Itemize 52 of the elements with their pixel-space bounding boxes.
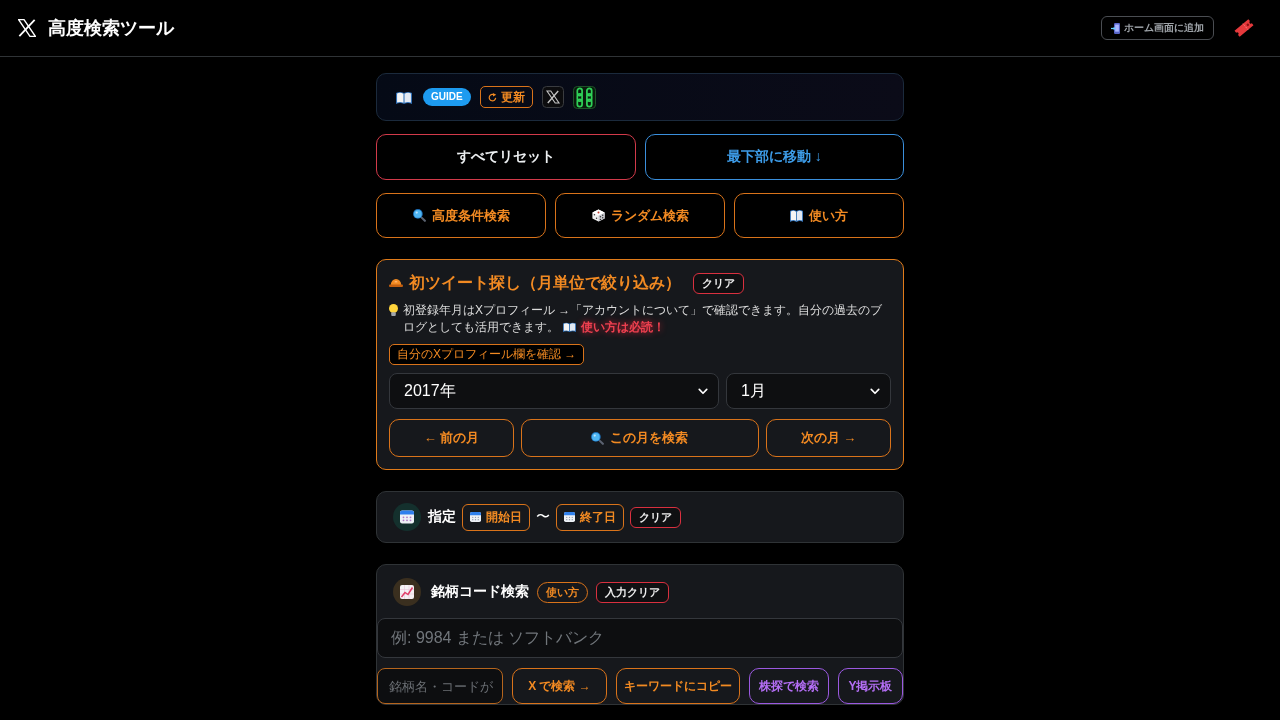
book-icon xyxy=(790,209,803,222)
chevron-down-icon xyxy=(698,387,708,395)
calendar-icon xyxy=(564,512,575,522)
line-chart-icon xyxy=(393,578,421,606)
refresh-icon xyxy=(487,92,497,102)
end-date-button[interactable]: 終了日 xyxy=(556,503,624,531)
dice-icon xyxy=(591,209,605,222)
cap-icon xyxy=(389,279,403,287)
add-to-home-button[interactable]: ホーム画面に追加 xyxy=(1101,16,1214,40)
scroll-to-bottom-button[interactable]: 最下部に移動 ↓ xyxy=(644,134,904,180)
x-mark-icon xyxy=(18,19,36,37)
site-link-button[interactable]: 株探で検索 xyxy=(749,668,829,704)
refresh-button[interactable]: 更新 xyxy=(479,86,533,108)
month-nav-button[interactable]: ← 前の月 xyxy=(389,419,515,457)
search-icon xyxy=(412,209,426,222)
book-icon xyxy=(396,90,412,104)
chain-icon[interactable] xyxy=(572,85,596,109)
action-button[interactable]: X で検索 → xyxy=(512,668,607,704)
advanced-search-button[interactable]: 高度条件検索 xyxy=(376,193,546,238)
search-month-button[interactable]: この月を検索 xyxy=(521,419,759,457)
must-read-link[interactable]: 使い方は必読！ xyxy=(563,320,665,334)
month-nav-button[interactable]: 次の月 → xyxy=(765,419,891,457)
start-date-button[interactable]: 開始日 xyxy=(462,503,530,531)
stock-name-field[interactable]: 銘柄名・コードが xyxy=(377,668,503,704)
guide-badge: GUIDE xyxy=(423,88,471,106)
how-to-button[interactable]: 使い方 xyxy=(734,193,904,238)
hint-text: 初登録年月はXプロフィール →「アカウントについて」で確認できます。自分の過去のブログとしても活用できます。 使い方は必読！ xyxy=(403,302,884,336)
site-link-button[interactable]: Y掲示板 xyxy=(838,668,903,704)
x-mark-icon[interactable] xyxy=(541,86,564,108)
year-select[interactable]: 2017年 xyxy=(389,373,719,409)
ticket-icon[interactable] xyxy=(1234,18,1254,38)
reset-all-button[interactable]: すべてリセット xyxy=(376,134,636,180)
calendar-icon xyxy=(393,503,421,531)
phone-icon xyxy=(1111,22,1120,34)
range-separator: 〜 xyxy=(536,508,550,526)
clear-button[interactable]: クリア xyxy=(693,272,744,294)
date-label: 指定 xyxy=(428,508,456,526)
book-icon xyxy=(563,322,576,332)
clear-button[interactable]: クリア xyxy=(630,506,681,528)
search-icon xyxy=(591,431,605,445)
calendar-icon xyxy=(470,512,481,522)
stock-code-field[interactable]: 例: 9984 または ソフトバンク xyxy=(377,618,903,658)
chevron-down-icon xyxy=(870,387,880,395)
month-select[interactable]: 1月 xyxy=(726,373,891,409)
section-title: 初ツイート探し（月単位で絞り込み） xyxy=(409,272,681,293)
clear-input-button[interactable]: 入力クリア xyxy=(596,581,669,603)
profile-link-button[interactable]: 自分のXプロフィール欄を確認 → xyxy=(389,344,585,365)
action-button[interactable]: キーワードにコピー xyxy=(616,668,740,704)
lightbulb-icon xyxy=(389,304,398,316)
app-title: 高度検索ツール xyxy=(48,17,174,40)
card-title: 銘柄コード検索 xyxy=(431,583,529,601)
random-search-button[interactable]: ランダム検索 xyxy=(555,193,725,238)
